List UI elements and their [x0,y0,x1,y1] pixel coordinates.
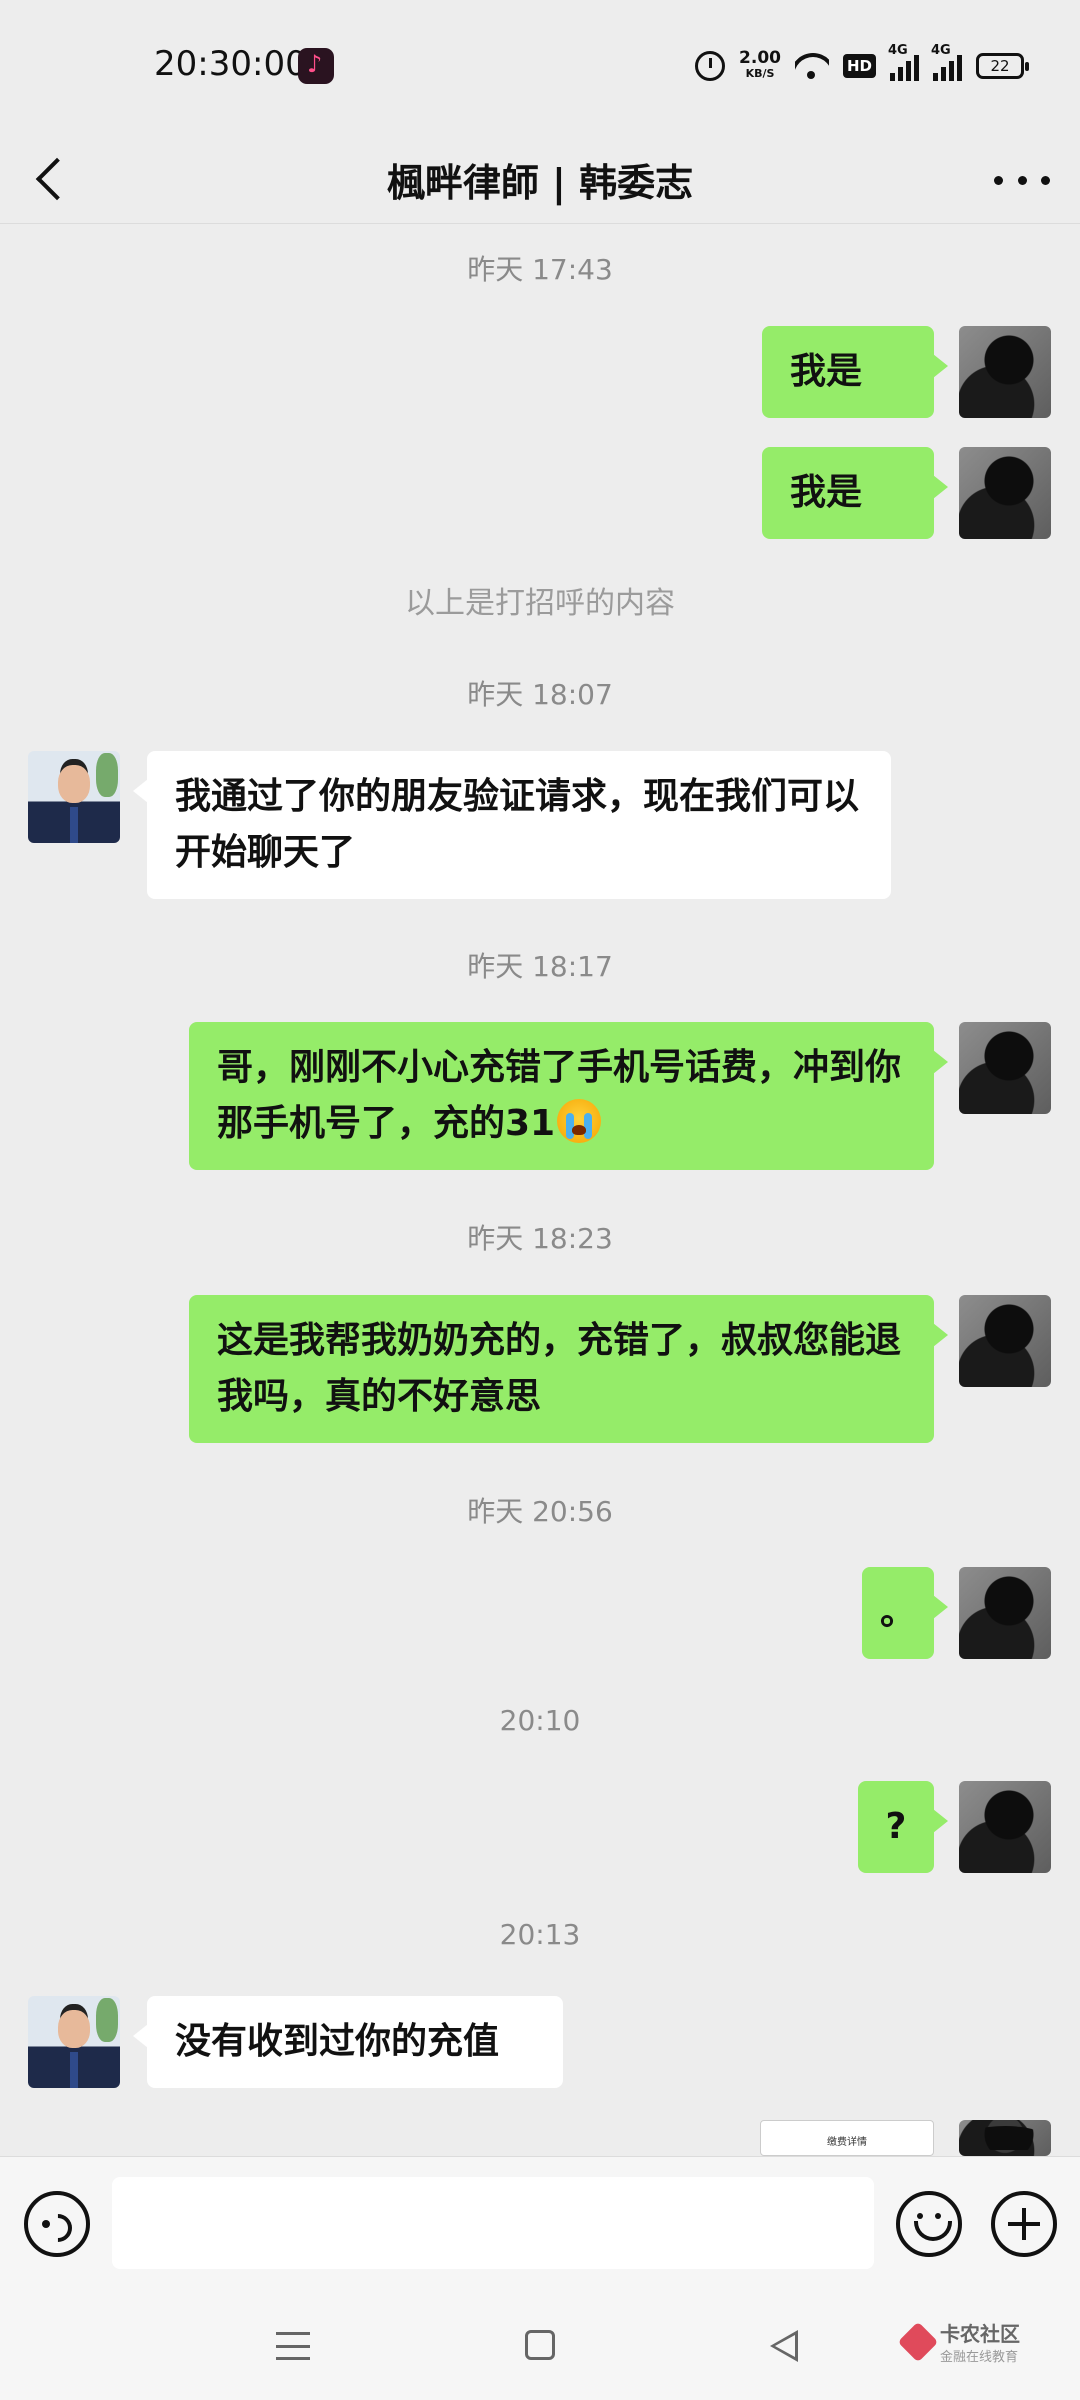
message-bubble-outgoing[interactable]: ? [858,1781,948,1873]
my-avatar[interactable] [959,1022,1051,1114]
hd-icon: HD [842,54,876,78]
more-dots-icon[interactable] [994,158,1050,202]
voice-icon[interactable] [24,2191,90,2257]
contact-avatar[interactable] [28,751,120,843]
status-time: 20:30:00 [154,44,307,84]
status-bar: 20:30:00 2.00 KB/S HD 4G 4G 22 [0,0,1080,136]
my-avatar[interactable] [959,447,1051,539]
my-avatar[interactable] [959,2120,1051,2156]
timestamp: 昨天 18:17 [467,950,613,983]
chat-header: 楓畔律師 | 韩委志 [0,136,1080,224]
signal-icon: 4G [888,43,919,81]
message-bubble-outgoing[interactable]: 我是 [762,447,948,539]
my-avatar[interactable] [959,1295,1051,1387]
signal-icon-2: 4G [931,43,962,81]
wifi-icon [795,53,829,79]
system-back-icon[interactable] [770,2330,798,2362]
crying-face-emoji-icon [557,1099,602,1143]
recent-apps-icon[interactable] [276,2332,310,2360]
message-bubble-outgoing[interactable]: 我是 [762,326,948,418]
watermark-logo-icon [897,2321,939,2363]
battery-icon: 22 [976,53,1029,79]
douyin-notification-icon [298,48,334,84]
message-bubble-outgoing[interactable]: 哥，刚刚不小心充错了手机号话费，冲到你那手机号了，充的31 [189,1022,948,1170]
message-bubble-incoming[interactable]: 我通过了你的朋友验证请求，现在我们可以开始聊天了 [133,751,891,899]
contact-avatar[interactable] [28,1996,120,2088]
message-bubble-outgoing[interactable]: 这是我帮我奶奶充的，充错了，叔叔您能退我吗，真的不好意思 [189,1295,948,1443]
timestamp: 昨天 20:56 [467,1495,613,1528]
alarm-icon [695,51,726,81]
chat-title: 楓畔律師 | 韩委志 [386,161,694,205]
status-icons: 2.00 KB/S HD 4G 4G 22 [695,43,1029,86]
message-input[interactable] [112,2177,874,2269]
image-message-thumbnail[interactable]: 缴费详情 [760,2120,934,2156]
watermark: 卡农社区 金融在线教育 [897,2316,1060,2376]
my-avatar[interactable] [959,1781,1051,1873]
system-nav-bar: 卡农社区 金融在线教育 [0,2292,1080,2400]
timestamp: 20:13 [499,1918,581,1951]
timestamp: 昨天 18:23 [467,1222,613,1255]
my-avatar[interactable] [959,326,1051,418]
network-speed: 2.00 KB/S [739,48,781,81]
home-icon[interactable] [525,2330,555,2360]
timestamp: 20:10 [499,1704,581,1737]
input-bar [0,2156,1080,2292]
message-bubble-outgoing[interactable]: 。 [862,1567,948,1659]
timestamp: 昨天 17:43 [467,253,613,286]
emoji-icon[interactable] [896,2191,962,2257]
timestamp: 昨天 18:07 [467,678,613,711]
message-bubble-incoming[interactable]: 没有收到过你的充值 [133,1996,563,2088]
plus-icon[interactable] [991,2191,1057,2257]
my-avatar[interactable] [959,1567,1051,1659]
system-message: 以上是打招呼的内容 [405,586,675,621]
